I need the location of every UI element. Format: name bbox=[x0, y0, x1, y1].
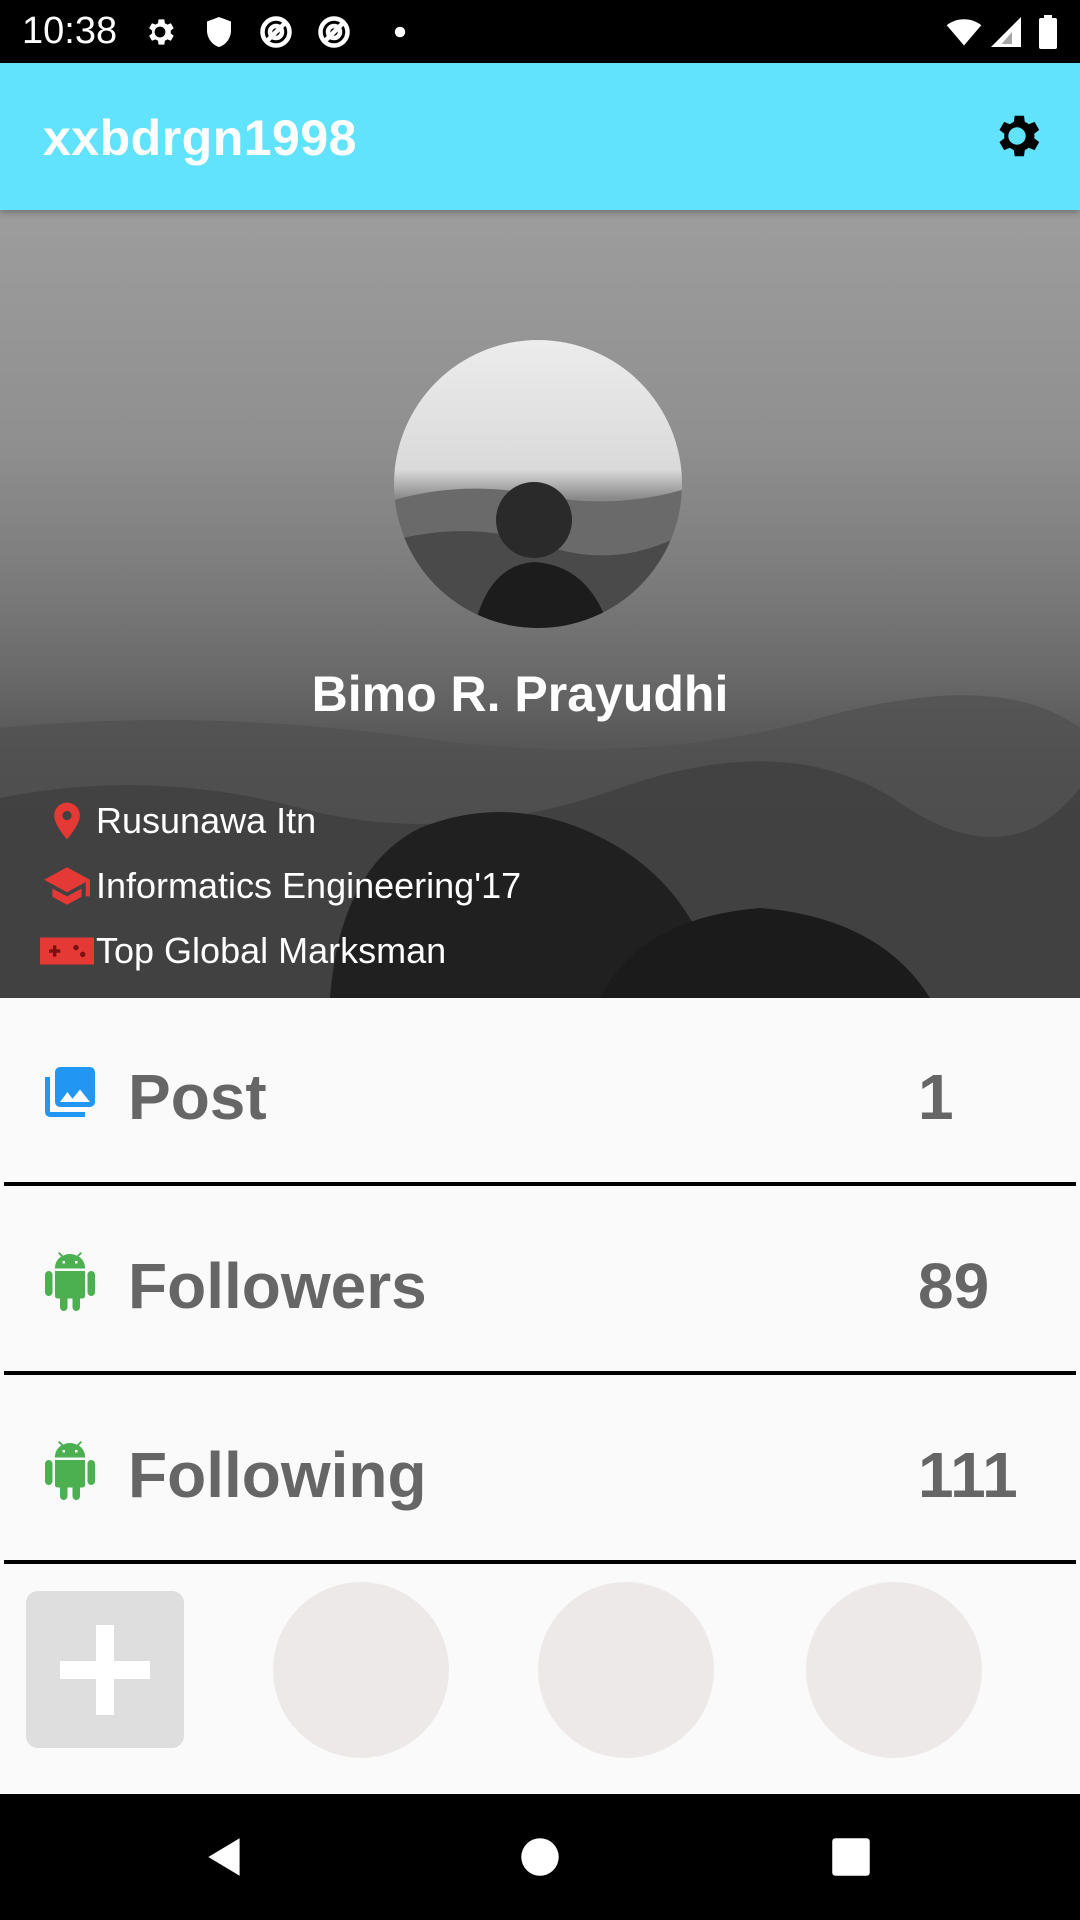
photo-icon bbox=[45, 1067, 95, 1117]
info-game: Top Global Marksman bbox=[40, 922, 446, 980]
post-thumbnail-placeholder[interactable] bbox=[538, 1582, 714, 1758]
avatar-photo bbox=[394, 482, 682, 628]
battery-icon bbox=[1039, 15, 1057, 49]
status-time: 10:38 bbox=[22, 10, 118, 52]
home-icon[interactable] bbox=[515, 1832, 565, 1882]
add-post-button[interactable] bbox=[26, 1591, 184, 1748]
info-education-text: Informatics Engineering'17 bbox=[96, 865, 522, 906]
stat-label: Post bbox=[128, 1061, 267, 1133]
app-bar-title: xxbdrgn1998 bbox=[43, 110, 357, 166]
settings-icon bbox=[149, 19, 174, 45]
stat-value: 111 bbox=[918, 1439, 1018, 1511]
shield-icon bbox=[207, 17, 231, 47]
stat-label: Following bbox=[128, 1439, 427, 1511]
wifi-icon bbox=[946, 19, 982, 46]
info-game-text: Top Global Marksman bbox=[96, 930, 447, 971]
at-sign-icon bbox=[260, 16, 292, 48]
gear-icon[interactable] bbox=[988, 107, 1046, 165]
app-bar: xxbdrgn1998 bbox=[0, 63, 1080, 210]
signal-icon bbox=[991, 17, 1021, 47]
at-sign-icon bbox=[318, 16, 350, 48]
stat-row-followers[interactable]: Followers 89 bbox=[0, 1187, 1080, 1375]
profile-avatar[interactable] bbox=[394, 340, 682, 628]
stat-row-post[interactable]: Post 1 bbox=[0, 998, 1080, 1186]
plus-icon bbox=[60, 1625, 150, 1715]
stat-row-following[interactable]: Following 111 bbox=[0, 1376, 1080, 1564]
stat-label: Followers bbox=[128, 1250, 427, 1322]
divider bbox=[4, 1371, 1076, 1375]
profile-header: Bimo R. Prayudhi Rusunawa Itn Informatic… bbox=[0, 210, 1080, 998]
profile-name: Bimo R. Prayudhi bbox=[311, 666, 729, 722]
info-location: Rusunawa Itn bbox=[40, 792, 316, 850]
post-thumbnail-placeholder[interactable] bbox=[273, 1582, 449, 1758]
divider bbox=[4, 1182, 1076, 1186]
android-icon bbox=[45, 1441, 95, 1500]
divider bbox=[4, 1560, 1076, 1564]
gamepad-icon bbox=[40, 924, 94, 978]
graduation-cap-icon bbox=[40, 859, 94, 913]
navigation-bar bbox=[0, 1794, 1080, 1920]
android-icon bbox=[45, 1252, 95, 1311]
dot-icon bbox=[394, 26, 406, 38]
location-pin-icon bbox=[40, 794, 94, 848]
back-icon[interactable] bbox=[200, 1832, 250, 1882]
info-location-text: Rusunawa Itn bbox=[96, 800, 317, 841]
post-thumbnail-placeholder[interactable] bbox=[806, 1582, 982, 1758]
recents-icon[interactable] bbox=[826, 1832, 876, 1882]
status-bar: 10:38 bbox=[0, 0, 1080, 63]
info-education: Informatics Engineering'17 bbox=[40, 857, 521, 915]
stat-value: 89 bbox=[918, 1250, 990, 1322]
stat-value: 1 bbox=[918, 1061, 954, 1133]
